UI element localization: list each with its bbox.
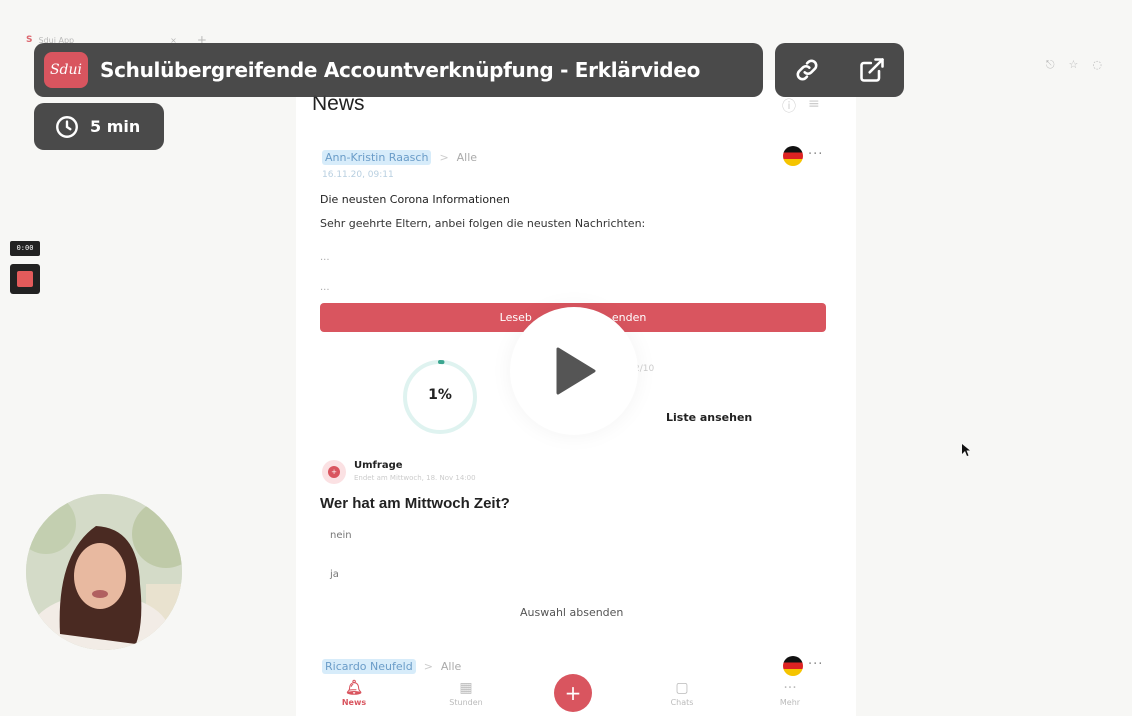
post-date: 16.11.20, 09:11 xyxy=(322,170,394,180)
video-title: Schulübergreifende Accountverknüpfung - … xyxy=(100,58,701,82)
bell-icon: 🔔︎ xyxy=(345,680,363,696)
header-icons: ⓘ ≡ xyxy=(782,96,820,116)
add-button[interactable]: + xyxy=(554,674,592,712)
browser-toolbar: ⎋ ☆ ◌ xyxy=(1046,58,1102,72)
clock-icon xyxy=(56,115,78,138)
post-author[interactable]: Ricardo Neufeld xyxy=(322,659,416,674)
post-body: Sehr geehrte Eltern, anbei folgen die ne… xyxy=(320,217,646,230)
poll-option[interactable]: nein xyxy=(330,530,352,541)
info-icon[interactable]: ⓘ xyxy=(782,96,796,116)
post-author[interactable]: Ann-Kristin Raasch xyxy=(322,150,432,165)
external-link-icon xyxy=(859,58,884,82)
poll-question: Wer hat am Mittwoch Zeit? xyxy=(320,495,510,512)
video-actions xyxy=(775,43,904,97)
more-options-icon[interactable]: ··· xyxy=(808,657,823,672)
duration-badge: 5 min xyxy=(34,103,164,150)
post-audience: Alle xyxy=(440,660,462,673)
view-list-link[interactable]: Liste ansehen xyxy=(666,411,752,424)
post-separator: > xyxy=(423,660,433,673)
tab-favicon: S xyxy=(26,35,33,45)
profile-icon[interactable]: ◌ xyxy=(1092,58,1102,72)
nav-label: News xyxy=(341,698,367,707)
poll-type-label: Umfrage xyxy=(354,460,403,471)
nav-label: Mehr xyxy=(779,698,801,707)
nav-item-mehr[interactable]: ··· Mehr xyxy=(760,680,820,707)
webcam-bubble[interactable] xyxy=(26,494,182,650)
post-author-row: Ricardo Neufeld > Alle xyxy=(322,659,461,674)
presenter-video xyxy=(26,494,182,650)
post-audience: Alle xyxy=(456,151,478,164)
share-icon[interactable]: ⎋ xyxy=(1046,58,1055,72)
german-flag-icon[interactable] xyxy=(783,656,803,676)
open-external-button[interactable] xyxy=(852,50,892,90)
brand-logo: Sdui xyxy=(44,52,88,88)
read-button-label-left: Leseb xyxy=(499,311,532,324)
more-icon: ··· xyxy=(783,680,797,696)
read-percent: 1% xyxy=(428,387,452,403)
stop-recording-button[interactable] xyxy=(10,264,40,294)
read-button-label-right: enden xyxy=(611,311,647,324)
poll-submit-button[interactable]: Auswahl absenden xyxy=(520,606,623,619)
play-button[interactable] xyxy=(510,307,638,435)
star-icon[interactable]: ☆ xyxy=(1069,58,1079,72)
post-ellipsis: ... xyxy=(320,252,330,263)
chat-icon: ▢ xyxy=(675,680,689,696)
calendar-icon: ▦ xyxy=(459,680,473,696)
nav-item-news[interactable]: 🔔︎ News xyxy=(324,680,384,707)
post-separator: > xyxy=(439,151,449,164)
stop-icon xyxy=(17,271,33,287)
german-flag-icon[interactable] xyxy=(783,146,803,166)
play-icon xyxy=(556,347,596,395)
filter-icon[interactable]: ≡ xyxy=(808,96,820,116)
nav-item-chats[interactable]: ▢ Chats xyxy=(652,680,712,707)
video-title-bar: Sdui Schulübergreifende Accountverknüpfu… xyxy=(34,43,763,97)
post-author-row: Ann-Kristin Raasch > Alle xyxy=(322,150,477,165)
poll-icon: + xyxy=(322,460,346,484)
post-ellipsis: ... xyxy=(320,282,330,293)
more-options-icon[interactable]: ··· xyxy=(808,147,823,162)
poll-option[interactable]: ja xyxy=(330,569,339,580)
duration-text: 5 min xyxy=(90,117,141,136)
nav-label: Chats xyxy=(670,698,694,707)
link-icon xyxy=(796,59,818,81)
poll-deadline: Endet am Mittwoch, 18. Nov 14:00 xyxy=(354,474,476,482)
post-title: Die neusten Corona Informationen xyxy=(320,193,510,206)
copy-link-button[interactable] xyxy=(787,50,827,90)
mouse-cursor-icon xyxy=(962,444,970,456)
nav-item-stunden[interactable]: ▦ Stunden xyxy=(436,680,496,707)
nav-label: Stunden xyxy=(449,698,483,707)
recording-timer: 0:00 xyxy=(10,241,40,256)
